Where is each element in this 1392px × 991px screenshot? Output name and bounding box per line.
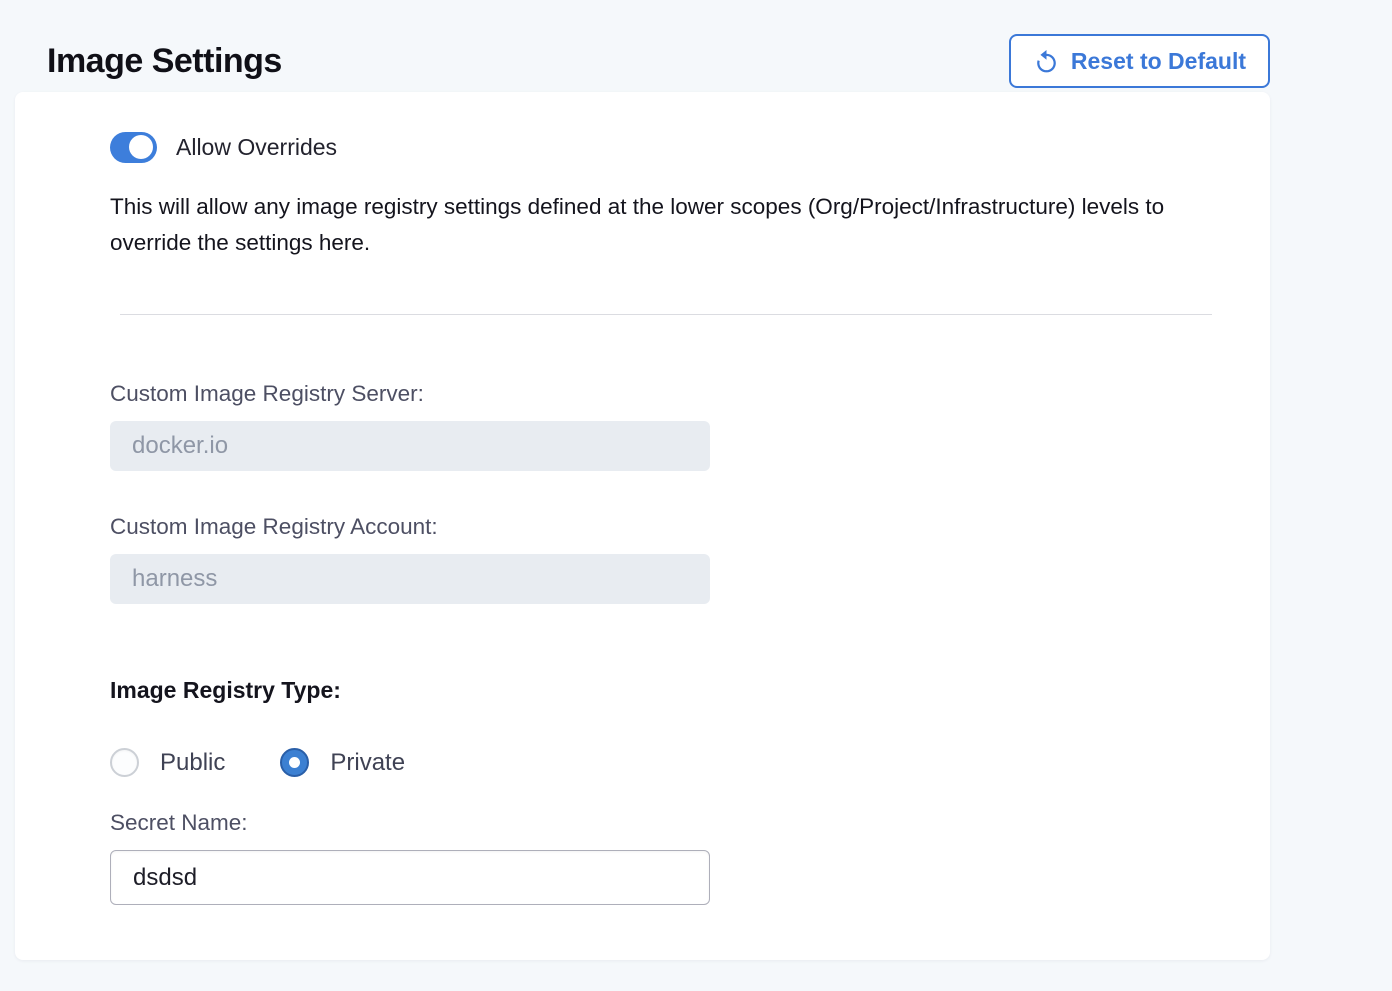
section-divider (120, 314, 1212, 315)
secret-name-input[interactable] (110, 850, 710, 905)
secret-name-field-group: Secret Name: (110, 810, 1270, 905)
radio-checked-icon (280, 748, 309, 777)
registry-account-field-group: Custom Image Registry Account: (110, 514, 1270, 604)
registry-account-label: Custom Image Registry Account: (110, 514, 1270, 540)
registry-server-label: Custom Image Registry Server: (110, 381, 1270, 407)
allow-overrides-toggle[interactable] (110, 132, 157, 163)
registry-server-field-group: Custom Image Registry Server: (110, 381, 1270, 471)
image-settings-card: Allow Overrides This will allow any imag… (15, 92, 1270, 960)
registry-server-input[interactable] (110, 421, 710, 471)
registry-type-radio-group: Public Private (110, 748, 1270, 777)
registry-account-input[interactable] (110, 554, 710, 604)
radio-unchecked-icon (110, 748, 139, 777)
radio-public-label: Public (160, 749, 225, 777)
toggle-knob-icon (129, 135, 153, 159)
secret-name-label: Secret Name: (110, 810, 1270, 836)
radio-private-label: Private (330, 749, 405, 777)
page-header: Image Settings Reset to Default (0, 0, 1392, 92)
page-title: Image Settings (47, 42, 282, 81)
allow-overrides-row: Allow Overrides (110, 131, 1270, 163)
reset-icon (1033, 48, 1060, 75)
allow-overrides-label: Allow Overrides (176, 134, 337, 161)
radio-option-private[interactable]: Private (280, 748, 405, 777)
registry-type-label: Image Registry Type: (110, 677, 1270, 704)
reset-button-label: Reset to Default (1071, 48, 1246, 75)
override-description-text: This will allow any image registry setti… (110, 189, 1225, 261)
reset-to-default-button[interactable]: Reset to Default (1009, 34, 1270, 88)
radio-option-public[interactable]: Public (110, 748, 225, 777)
